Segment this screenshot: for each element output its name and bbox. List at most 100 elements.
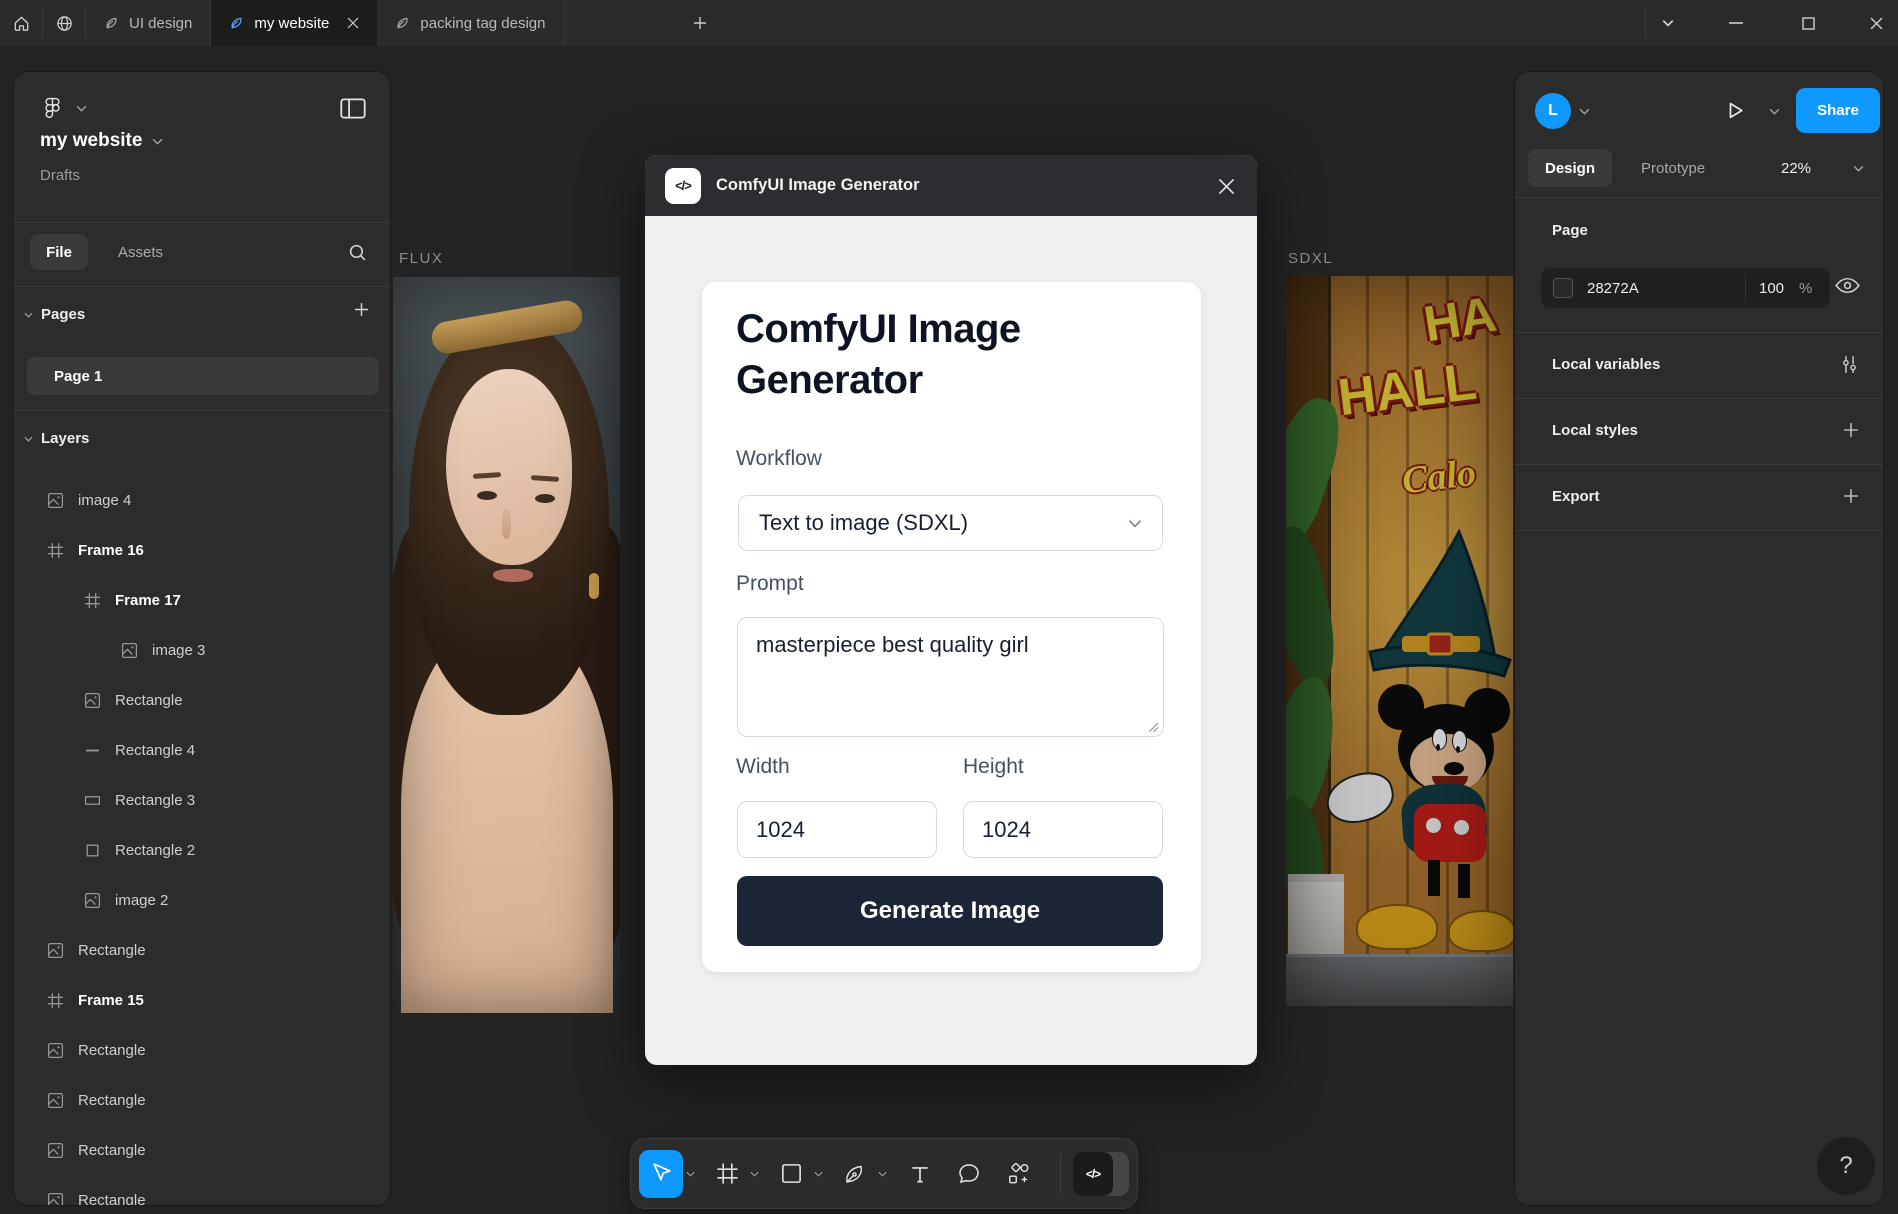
minimize-button[interactable]: [1714, 0, 1758, 46]
actions-tool[interactable]: [999, 1150, 1039, 1198]
color-hex-value[interactable]: 28272A: [1587, 280, 1639, 297]
layer-row[interactable]: Rectangle: [14, 925, 390, 975]
search-icon[interactable]: [348, 243, 367, 262]
file-tabs: UI designmy websitepacking tag design: [86, 0, 565, 46]
layer-row[interactable]: Frame 17: [14, 575, 390, 625]
modal-close-icon[interactable]: [1213, 173, 1239, 199]
layer-name: Rectangle: [78, 1192, 146, 1206]
maximize-button[interactable]: [1786, 0, 1830, 46]
canvas-image-sdxl-poster[interactable]: HA HALL Calo: [1286, 276, 1513, 1006]
close-tab-icon[interactable]: [347, 17, 359, 29]
layer-row[interactable]: Rectangle 2: [14, 825, 390, 875]
generate-image-button[interactable]: Generate Image: [737, 876, 1163, 946]
textarea-resize-handle[interactable]: [1148, 722, 1159, 733]
plus-icon[interactable]: [1843, 422, 1859, 438]
avatar[interactable]: L: [1535, 93, 1571, 129]
dev-mode-toggle[interactable]: </>: [1073, 1152, 1129, 1196]
help-button[interactable]: ?: [1817, 1137, 1875, 1195]
tab-prototype[interactable]: Prototype: [1627, 149, 1719, 187]
modal-header[interactable]: </> ComfyUI Image Generator: [645, 155, 1257, 216]
globe-icon[interactable]: [43, 0, 85, 46]
tab-design[interactable]: Design: [1528, 149, 1612, 187]
layer-row[interactable]: Frame 16: [14, 525, 390, 575]
visibility-eye-icon[interactable]: [1835, 277, 1860, 294]
tab-assets[interactable]: Assets: [104, 234, 177, 270]
pages-chevron-icon[interactable]: [24, 312, 33, 318]
add-page-icon[interactable]: [354, 302, 369, 317]
frame-tool[interactable]: [707, 1150, 747, 1198]
tab-overflow-chevron-icon[interactable]: [1646, 0, 1690, 46]
collapse-sidebar-icon[interactable]: [340, 98, 366, 119]
layer-row[interactable]: Rectangle 3: [14, 775, 390, 825]
file-name[interactable]: my website: [40, 130, 142, 152]
layer-name: Rectangle: [78, 1042, 146, 1059]
zoom-chevron-icon[interactable]: [1853, 165, 1864, 172]
new-tab-button[interactable]: [693, 0, 707, 46]
opacity-value[interactable]: 100: [1759, 280, 1784, 297]
present-chevron-icon[interactable]: [1769, 108, 1780, 115]
text-tool[interactable]: [899, 1150, 939, 1198]
pen-tool[interactable]: [835, 1150, 875, 1198]
frame-label-sdxl[interactable]: SDXL: [1288, 250, 1333, 267]
color-swatch[interactable]: [1553, 278, 1573, 298]
file-tab-2[interactable]: my website: [211, 0, 377, 46]
height-input[interactable]: [963, 801, 1163, 858]
layer-row[interactable]: Rectangle 4: [14, 725, 390, 775]
layers-section-header[interactable]: Layers: [24, 430, 89, 447]
tab-file[interactable]: File: [30, 234, 88, 270]
image-layer-icon: [47, 1092, 64, 1109]
section-export[interactable]: Export: [1515, 464, 1883, 528]
comment-tool[interactable]: [949, 1150, 989, 1198]
layer-row[interactable]: Rectangle: [14, 1175, 390, 1205]
layers-chevron-icon[interactable]: [24, 436, 33, 442]
figma-file-icon: [229, 16, 244, 31]
window-controls: [1645, 0, 1898, 46]
comfyui-plugin-modal: </> ComfyUI Image Generator ComfyUI Imag…: [645, 155, 1257, 1065]
tool-chevron-icon[interactable]: [747, 1171, 762, 1177]
layer-row[interactable]: image 4: [14, 475, 390, 525]
cursor-tool[interactable]: [639, 1150, 683, 1198]
prompt-textarea[interactable]: masterpiece best quality girl: [737, 617, 1164, 737]
main-menu-chevron-icon[interactable]: [76, 105, 87, 112]
file-name-chevron-icon[interactable]: [152, 138, 163, 145]
present-play-icon[interactable]: [1723, 98, 1748, 123]
share-button[interactable]: Share: [1796, 88, 1880, 133]
shape-icon: [780, 1162, 803, 1185]
figma-file-icon: [395, 16, 410, 31]
page-color-row[interactable]: 28272A 100 %: [1541, 268, 1830, 308]
file-location[interactable]: Drafts: [40, 167, 80, 184]
zoom-level[interactable]: 22%: [1781, 149, 1811, 187]
frame-label-flux[interactable]: FLUX: [399, 250, 443, 267]
layer-row[interactable]: image 2: [14, 875, 390, 925]
file-tab-1[interactable]: UI design: [86, 0, 211, 46]
image-layer-icon: [47, 1042, 64, 1059]
tool-chevron-icon[interactable]: [811, 1171, 826, 1177]
section-local-variables[interactable]: Local variables: [1515, 332, 1883, 396]
section-local-styles[interactable]: Local styles: [1515, 398, 1883, 462]
figma-logo-icon[interactable]: [40, 96, 65, 121]
workflow-select[interactable]: Text to image (SDXL): [738, 495, 1163, 551]
shape-tool[interactable]: [771, 1150, 811, 1198]
plus-icon[interactable]: [1843, 488, 1859, 504]
home-icon[interactable]: [0, 0, 42, 46]
divider: [1060, 1154, 1061, 1194]
avatar-chevron-icon[interactable]: [1579, 108, 1590, 115]
width-input[interactable]: [737, 801, 937, 858]
figma-file-icon: [104, 16, 119, 31]
layer-row[interactable]: Rectangle: [14, 1075, 390, 1125]
layer-row[interactable]: Rectangle: [14, 675, 390, 725]
layer-name: Rectangle: [78, 1092, 146, 1109]
tool-chevron-icon[interactable]: [876, 1171, 891, 1177]
canvas-image-flux-portrait[interactable]: [393, 277, 620, 1013]
tool-chevron-icon[interactable]: [683, 1171, 698, 1177]
pages-section-header[interactable]: Pages: [24, 306, 85, 323]
layer-row[interactable]: Frame 15: [14, 975, 390, 1025]
file-tab-3[interactable]: packing tag design: [377, 0, 564, 46]
layer-row[interactable]: Rectangle: [14, 1125, 390, 1175]
layer-row[interactable]: Rectangle: [14, 1025, 390, 1075]
layer-name: Rectangle 2: [115, 842, 195, 859]
close-window-button[interactable]: [1854, 0, 1898, 46]
page-list-item-selected[interactable]: Page 1: [27, 357, 379, 395]
layer-row[interactable]: image 3: [14, 625, 390, 675]
sliders-icon[interactable]: [1840, 355, 1859, 374]
